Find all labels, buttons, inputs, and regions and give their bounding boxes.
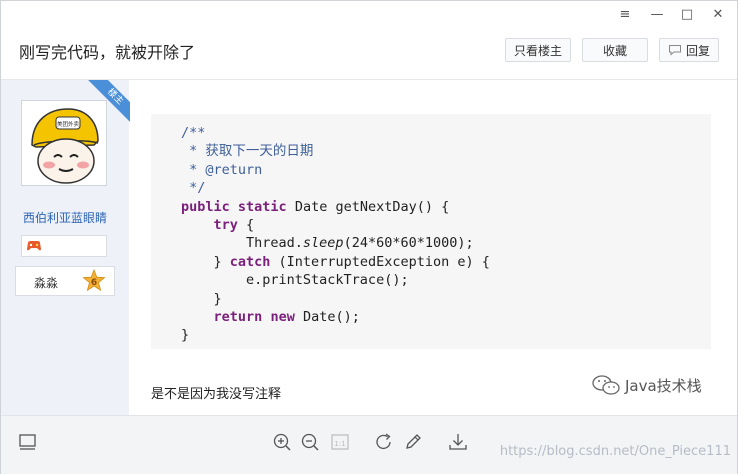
author-name[interactable]: 西伯利亚蓝眼睛	[1, 209, 129, 226]
code-line: } catch (InterruptedException e) {	[181, 253, 490, 270]
zoom-out-icon[interactable]	[299, 431, 321, 453]
level-star-icon: 6	[82, 269, 106, 292]
maximize-button[interactable]: □	[672, 1, 702, 27]
code-line: */	[181, 180, 206, 197]
code-line: try {	[213, 217, 255, 234]
author-badge	[21, 235, 107, 257]
code-snippet: /** * 获取下一天的日期 * @return */ public stati…	[181, 124, 490, 345]
minimize-button[interactable]: —	[642, 1, 672, 27]
title-bar: ≡ — □ ✕	[1, 1, 737, 27]
only-op-button[interactable]: 只看楼主	[505, 38, 571, 62]
app-window: ≡ — □ ✕ 刚写完代码，就被开除了 只看楼主 收藏 回复 楼主 美团外卖 西…	[0, 0, 738, 474]
code-line: Thread.sleep(24*60*60*1000);	[181, 235, 474, 252]
svg-text:1:1: 1:1	[334, 440, 345, 448]
reply-icon	[668, 45, 681, 56]
wechat-account-name: Java技术栈	[625, 376, 702, 395]
download-icon[interactable]	[447, 431, 469, 453]
code-line: e.printStackTrace();	[181, 272, 409, 289]
edit-icon[interactable]	[402, 431, 424, 453]
page-title: 刚写完代码，就被开除了	[19, 43, 196, 62]
watermark: https://blog.csdn.net/One_Piece111	[499, 444, 731, 459]
code-line: return new Date();	[213, 309, 360, 326]
close-button[interactable]: ✕	[703, 1, 733, 27]
level-name: 淼淼	[34, 276, 59, 290]
avatar-brand-text: 美团外卖	[57, 120, 80, 128]
post-header: 刚写完代码，就被开除了 只看楼主 收藏 回复	[1, 27, 737, 80]
code-line: * 获取下一天的日期	[181, 143, 314, 160]
post-text: 是不是因为我没写注释	[151, 387, 282, 402]
code-line: }	[181, 327, 190, 344]
reply-label: 回复	[685, 43, 710, 58]
menu-icon[interactable]: ≡	[610, 1, 640, 27]
favorite-button[interactable]: 收藏	[582, 38, 648, 62]
wechat-icon	[592, 375, 620, 395]
avatar-image: 美团外卖	[22, 101, 106, 185]
rotate-icon[interactable]	[373, 431, 395, 453]
code-line: public static Date getNextDay() {	[181, 198, 450, 215]
avatar[interactable]: 美团外卖	[21, 100, 107, 186]
thumbnail-toggle-icon[interactable]	[17, 431, 39, 453]
code-line: }	[181, 290, 222, 307]
level-number: 6	[91, 278, 97, 288]
code-line: * @return	[181, 161, 263, 178]
wechat-overlay: Java技术栈	[591, 374, 702, 396]
reply-button[interactable]: 回复	[659, 38, 719, 62]
gamepad-icon	[27, 241, 41, 251]
zoom-in-icon[interactable]	[271, 431, 293, 453]
author-level: 淼淼 6	[15, 266, 115, 296]
code-image: /** * 获取下一天的日期 * @return */ public stati…	[151, 114, 711, 349]
code-line: /**	[181, 125, 206, 141]
actual-size-icon[interactable]: 1:1	[329, 431, 351, 453]
